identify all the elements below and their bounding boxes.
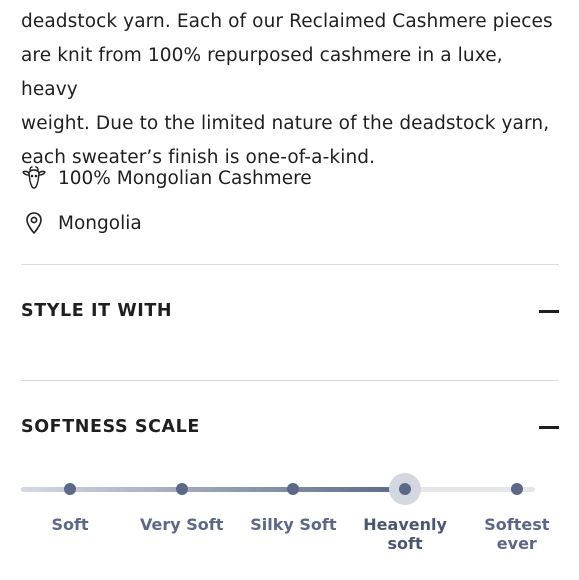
origin-attribute: Mongolia: [21, 210, 142, 236]
product-details-panel: deadstock yarn. Each of our Reclaimed Ca…: [0, 0, 579, 580]
softness-level-label: Heavenly soft: [363, 515, 447, 553]
softness-level-dot[interactable]: [64, 483, 76, 495]
section-title: STYLE IT WITH: [21, 301, 173, 321]
material-attribute: 100% Mongolian Cashmere: [21, 165, 312, 191]
minus-icon[interactable]: [539, 425, 559, 429]
description-line: weight. Due to the limited nature of the…: [21, 113, 550, 134]
description-line: are knit from 100% repurposed cashmere i…: [21, 45, 503, 100]
section-title: SOFTNESS SCALE: [21, 417, 200, 437]
softness-level-label: Soft: [51, 515, 89, 534]
minus-icon[interactable]: [539, 309, 559, 313]
softness-level-dot[interactable]: [510, 483, 523, 495]
softness-level-dot[interactable]: [175, 483, 188, 495]
style-it-with-header[interactable]: STYLE IT WITH: [21, 296, 559, 326]
softness-level-label: Silky Soft: [250, 515, 337, 534]
section-divider: [21, 380, 559, 381]
material-label: 100% Mongolian Cashmere: [58, 167, 312, 189]
softness-level-label: Softest ever: [484, 515, 550, 553]
softness-level-dot[interactable]: [287, 483, 300, 495]
goat-icon: [21, 165, 47, 191]
softness-scale-header[interactable]: SOFTNESS SCALE: [21, 412, 559, 442]
description-line: deadstock yarn. Each of our Reclaimed Ca…: [21, 11, 553, 32]
softness-level-label: Very Soft: [140, 515, 224, 534]
origin-label: Mongolia: [58, 212, 142, 234]
softness-track-fill: [21, 487, 406, 492]
section-divider: [21, 264, 559, 265]
location-pin-icon: [21, 210, 47, 236]
softness-scale: Soft Very Soft Silky Soft Heavenly soft Soft…: [0, 470, 579, 580]
softness-level-dot[interactable]: [399, 483, 412, 495]
product-description: deadstock yarn. Each of our Reclaimed Ca…: [21, 5, 561, 175]
